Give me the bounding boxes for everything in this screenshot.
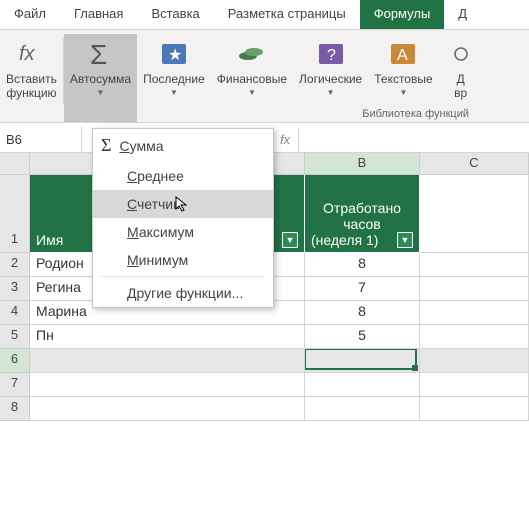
recent-button[interactable]: ★ Последние ▼ xyxy=(137,34,211,122)
selection-outline xyxy=(305,349,417,370)
logical-label: Логические xyxy=(299,72,362,86)
cell-a7[interactable] xyxy=(30,373,305,397)
col-header-c[interactable]: C xyxy=(420,153,529,175)
financial-label: Финансовые xyxy=(217,72,287,86)
col-header-b[interactable]: B xyxy=(305,153,420,175)
formula-input[interactable] xyxy=(299,130,529,149)
cell-b2[interactable]: 8 xyxy=(305,253,420,277)
cursor-icon xyxy=(175,196,191,212)
cell-b3[interactable]: 7 xyxy=(305,277,420,301)
header-hours-l1: Отработано xyxy=(323,200,401,216)
tab-formulas[interactable]: Формулы xyxy=(360,0,445,29)
question-icon: ? xyxy=(315,38,347,70)
dropdown-more[interactable]: Другие функции... xyxy=(93,279,273,307)
ribbon: fx Вставить функцию Σ Автосумма ▼ ★ Посл… xyxy=(0,30,529,123)
clock-icon xyxy=(445,38,477,70)
cell-b5[interactable]: 5 xyxy=(305,325,420,349)
svg-text:Σ: Σ xyxy=(90,39,107,70)
row-header-blank[interactable] xyxy=(0,175,30,229)
tab-file[interactable]: Файл xyxy=(0,0,60,29)
fill-handle[interactable] xyxy=(412,365,418,371)
svg-text:fx: fx xyxy=(19,43,36,65)
row-header-5[interactable]: 5 xyxy=(0,325,30,349)
cell-c2[interactable] xyxy=(420,253,529,277)
dropdown-average[interactable]: Среднее xyxy=(93,162,273,190)
cell-c8[interactable] xyxy=(420,397,529,421)
row-header-8[interactable]: 8 xyxy=(0,397,30,421)
name-box[interactable]: B6 xyxy=(0,127,82,152)
row-header-6[interactable]: 6 xyxy=(0,349,30,373)
sigma-icon: Σ xyxy=(84,38,116,70)
chevron-down-icon: ▼ xyxy=(97,88,105,97)
text-icon: A xyxy=(387,38,419,70)
dropdown-max[interactable]: Максимум xyxy=(93,218,273,246)
cell-c7[interactable] xyxy=(420,373,529,397)
header-name-text: Имя xyxy=(36,232,63,248)
chevron-down-icon: ▼ xyxy=(170,88,178,97)
library-group-label: Библиотека функций xyxy=(362,108,469,120)
filter-button[interactable]: ▼ xyxy=(397,232,413,248)
filter-button[interactable]: ▼ xyxy=(282,232,298,248)
recent-label: Последние xyxy=(143,72,205,86)
financial-button[interactable]: Финансовые ▼ xyxy=(211,34,293,122)
row-header-1[interactable]: 1 xyxy=(0,229,30,253)
tab-review[interactable]: Д xyxy=(444,0,481,29)
svg-text:?: ? xyxy=(327,47,336,64)
select-all-corner[interactable] xyxy=(0,153,30,175)
cell-b8[interactable] xyxy=(305,397,420,421)
header-hours-l2: часов xyxy=(343,216,380,232)
cell-b6[interactable] xyxy=(305,349,420,373)
autosum-button[interactable]: Σ Автосумма ▼ xyxy=(64,34,137,122)
logical-button[interactable]: ? Логические ▼ xyxy=(293,34,368,122)
svg-text:A: A xyxy=(397,47,408,64)
fx-icon[interactable]: fx xyxy=(272,127,299,152)
cell-a8[interactable] xyxy=(30,397,305,421)
fx-icon: fx xyxy=(15,38,47,70)
autosum-label: Автосумма xyxy=(70,72,131,86)
cell-a6[interactable] xyxy=(30,349,305,373)
header-hours-l3: (неделя 1) xyxy=(311,232,378,248)
cell-c1[interactable] xyxy=(420,175,529,253)
cell-b4[interactable]: 8 xyxy=(305,301,420,325)
datetime-label: Д вр xyxy=(454,72,467,101)
cell-c3[interactable] xyxy=(420,277,529,301)
chevron-down-icon: ▼ xyxy=(327,88,335,97)
chevron-down-icon: ▼ xyxy=(399,88,407,97)
insert-function-label: Вставить функцию xyxy=(6,72,57,101)
row-header-4[interactable]: 4 xyxy=(0,301,30,325)
cell-c6[interactable] xyxy=(420,349,529,373)
cell-b7[interactable] xyxy=(305,373,420,397)
row-header-3[interactable]: 3 xyxy=(0,277,30,301)
chevron-down-icon: ▼ xyxy=(248,88,256,97)
dropdown-min[interactable]: Минимум xyxy=(93,246,273,274)
cell-c4[interactable] xyxy=(420,301,529,325)
svg-text:★: ★ xyxy=(168,47,182,64)
tab-insert[interactable]: Вставка xyxy=(137,0,213,29)
cell-a5[interactable]: Пн xyxy=(30,325,305,349)
star-icon: ★ xyxy=(158,38,190,70)
insert-function-button[interactable]: fx Вставить функцию xyxy=(0,34,63,122)
row-header-2[interactable]: 2 xyxy=(0,253,30,277)
tab-bar: Файл Главная Вставка Разметка страницы Ф… xyxy=(0,0,529,30)
autosum-dropdown: Σ Сумма Среднее Счетчик Максимум Минимум… xyxy=(92,128,274,308)
text-label: Текстовые xyxy=(374,72,432,86)
cell-c5[interactable] xyxy=(420,325,529,349)
sigma-icon: Σ xyxy=(101,135,111,156)
coins-icon xyxy=(236,38,268,70)
tab-layout[interactable]: Разметка страницы xyxy=(214,0,360,29)
tab-home[interactable]: Главная xyxy=(60,0,137,29)
dropdown-sum[interactable]: Σ Сумма xyxy=(93,129,273,162)
row-header-7[interactable]: 7 xyxy=(0,373,30,397)
table-header-hours[interactable]: Отработано часов (неделя 1) ▼ xyxy=(305,175,420,253)
dropdown-count[interactable]: Счетчик xyxy=(93,190,273,218)
